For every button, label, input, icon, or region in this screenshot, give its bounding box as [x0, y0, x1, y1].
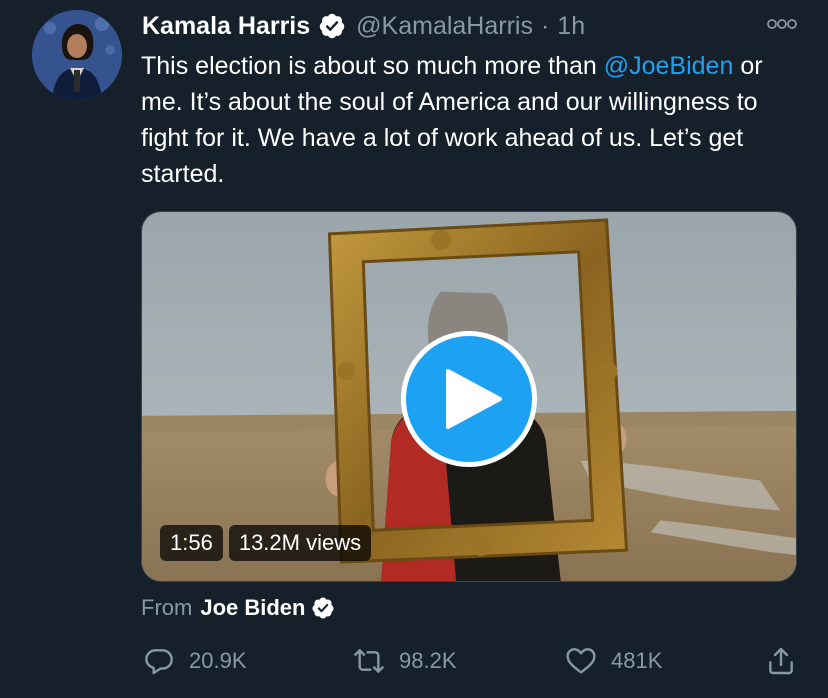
- retweet-button[interactable]: 98.2K: [353, 645, 457, 677]
- video-player[interactable]: 1:56 13.2M views: [141, 211, 797, 582]
- mention-link[interactable]: @JoeBiden: [604, 52, 734, 80]
- tweet-text-before: This election is about so much more than: [141, 52, 604, 80]
- video-attribution: From Joe Biden: [141, 595, 335, 621]
- like-count: 481K: [611, 648, 663, 673]
- reply-icon: [145, 649, 173, 675]
- heart-icon: [566, 648, 596, 674]
- tweet-body: This election is about so much more than…: [141, 48, 801, 192]
- verified-badge-icon: [312, 597, 334, 619]
- verified-badge-icon: [319, 13, 345, 39]
- tweet-timestamp[interactable]: 1h: [557, 12, 585, 41]
- video-duration: 1:56: [160, 525, 223, 561]
- share-icon: [769, 647, 793, 675]
- author-handle[interactable]: @KamalaHarris: [356, 12, 533, 41]
- attribution-prefix: From: [141, 595, 193, 620]
- video-view-count: 13.2M views: [228, 525, 372, 561]
- tweet-action-bar: 20.9K 98.2K 481K: [141, 645, 801, 681]
- author-name[interactable]: Kamala Harris: [142, 12, 310, 41]
- attribution-author[interactable]: Joe Biden: [200, 595, 305, 621]
- tweet-header: Kamala Harris @KamalaHarris · 1h: [142, 8, 585, 44]
- share-button[interactable]: [765, 645, 797, 677]
- more-options-icon[interactable]: [766, 16, 798, 32]
- retweet-icon: [354, 649, 384, 673]
- video-meta: 1:56 13.2M views: [160, 525, 372, 561]
- like-button[interactable]: 481K: [565, 645, 662, 677]
- header-separator: ·: [540, 11, 550, 40]
- reply-count: 20.9K: [189, 648, 247, 673]
- avatar-photo: [32, 10, 122, 100]
- author-avatar[interactable]: [32, 10, 122, 100]
- reply-button[interactable]: 20.9K: [143, 645, 247, 677]
- retweet-count: 98.2K: [399, 648, 457, 673]
- tweet-card: Kamala Harris @KamalaHarris · 1h This el…: [0, 0, 828, 698]
- play-button[interactable]: [401, 331, 537, 467]
- play-icon: [446, 369, 502, 429]
